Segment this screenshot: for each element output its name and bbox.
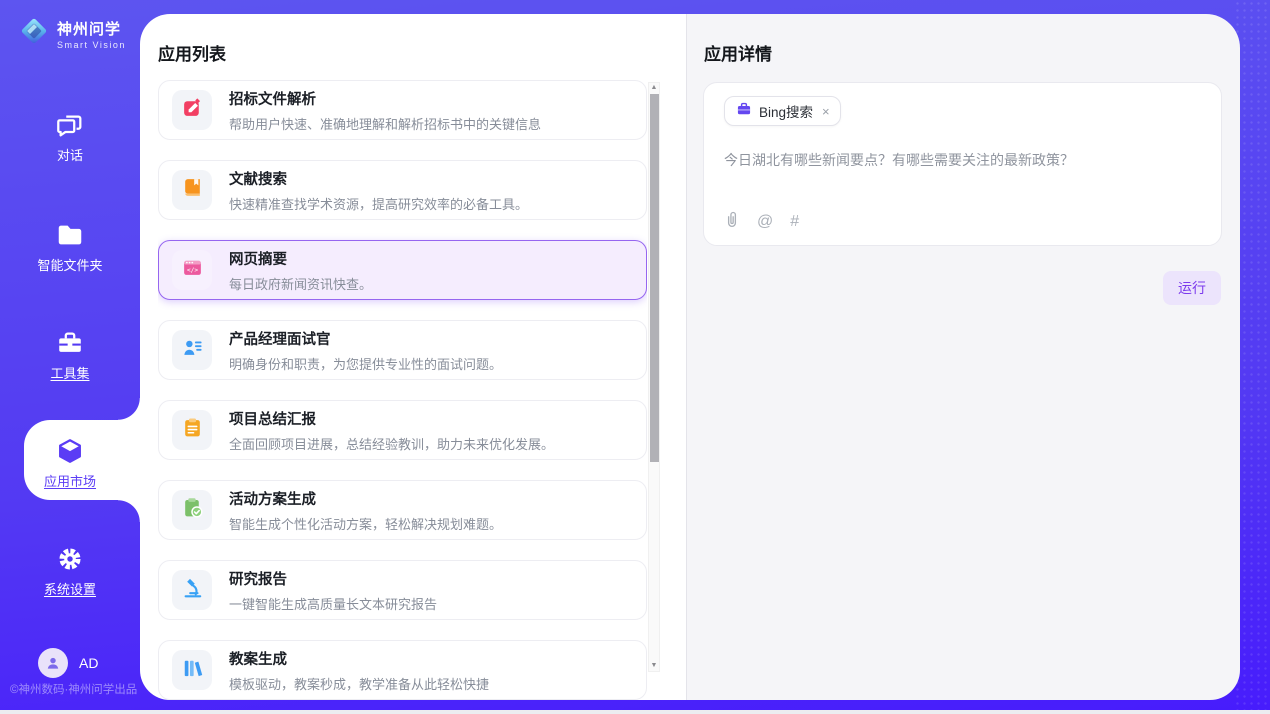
app-name: 招标文件解析 bbox=[229, 88, 541, 109]
app-desc: 一键智能生成高质量长文本研究报告 bbox=[229, 594, 437, 613]
app-list-panel: 应用列表 招标文件解析 帮助用户快速、准确地理解和解析招标书中的关键信息 bbox=[140, 14, 686, 700]
app-name: 活动方案生成 bbox=[229, 488, 502, 509]
tender-doc-icon bbox=[181, 96, 204, 124]
microscope-icon bbox=[181, 576, 204, 604]
app-name: 产品经理面试官 bbox=[229, 328, 502, 349]
app-desc: 模板驱动，教案秒成，教学准备从此轻松快捷 bbox=[229, 674, 489, 693]
app-card-list: 招标文件解析 帮助用户快速、准确地理解和解析招标书中的关键信息 文献搜索 bbox=[158, 80, 647, 700]
app-icon-tile bbox=[172, 90, 212, 130]
app-name: 研究报告 bbox=[229, 568, 437, 589]
sidebar-item-label: 系统设置 bbox=[0, 579, 140, 598]
brand-name: 神州问学 bbox=[57, 18, 126, 39]
folder-icon bbox=[0, 220, 140, 250]
app-icon-tile: </> bbox=[172, 250, 212, 290]
scrollbar-thumb[interactable] bbox=[650, 94, 659, 462]
app-desc: 每日政府新闻资讯快查。 bbox=[229, 274, 372, 293]
copyright-text: ©神州数码·神州问学出品 bbox=[10, 681, 137, 697]
tool-tag-bing-search[interactable]: Bing搜索 × bbox=[724, 96, 841, 126]
sidebar-item-label: 智能文件夹 bbox=[0, 255, 140, 274]
query-input[interactable]: 今日湖北有哪些新闻要点？有哪些需要关注的最新政策？ bbox=[724, 150, 1201, 171]
sidebar-item-label: 工具集 bbox=[0, 363, 140, 382]
interviewer-icon bbox=[181, 336, 204, 364]
close-icon[interactable]: × bbox=[822, 104, 830, 119]
app-card-tender-parse[interactable]: 招标文件解析 帮助用户快速、准确地理解和解析招标书中的关键信息 bbox=[158, 80, 647, 140]
app-card-project-report[interactable]: 项目总结汇报 全面回顾项目进展，总结经验教训，助力未来优化发展。 bbox=[158, 400, 647, 460]
svg-text:</>: </> bbox=[186, 267, 198, 274]
sidebar-item-chat[interactable]: 对话 bbox=[0, 110, 140, 164]
input-toolbar: @ # bbox=[724, 210, 1201, 233]
app-list-title: 应用列表 bbox=[158, 40, 226, 65]
sidebar-item-app-market[interactable]: 应用市场 bbox=[0, 436, 140, 490]
app-card-research-report[interactable]: 研究报告 一键智能生成高质量长文本研究报告 bbox=[158, 560, 647, 620]
mention-at-icon[interactable]: @ bbox=[757, 214, 773, 230]
brand-subtitle: Smart Vision bbox=[57, 40, 126, 50]
user-initials: AD bbox=[79, 655, 98, 671]
app-icon-tile bbox=[172, 570, 212, 610]
app-name: 文献搜索 bbox=[229, 168, 528, 189]
books-icon bbox=[181, 656, 204, 684]
brand-logo: 神州问学 Smart Vision bbox=[18, 15, 126, 52]
chat-icon bbox=[0, 110, 140, 140]
app-card-web-summary[interactable]: </> 网页摘要 每日政府新闻资讯快查。 bbox=[158, 240, 647, 300]
gear-icon bbox=[0, 544, 140, 574]
app-icon-tile bbox=[172, 410, 212, 450]
app-card-activity-plan[interactable]: 活动方案生成 智能生成个性化活动方案，轻松解决规划难题。 bbox=[158, 480, 647, 540]
hash-icon[interactable]: # bbox=[790, 214, 799, 230]
toolbox-icon bbox=[0, 328, 140, 358]
prompt-card: Bing搜索 × 今日湖北有哪些新闻要点？有哪些需要关注的最新政策？ @ # bbox=[703, 82, 1222, 246]
app-desc: 全面回顾项目进展，总结经验教训，助力未来优化发展。 bbox=[229, 434, 554, 453]
clipboard-icon bbox=[181, 416, 204, 444]
app-detail-panel: 应用详情 Bing搜索 × 今日湖北有哪些新闻要点？有哪些需要关注的最新政策？ bbox=[686, 14, 1240, 700]
app-icon-tile bbox=[172, 490, 212, 530]
sidebar-item-label: 应用市场 bbox=[0, 471, 140, 490]
app-window: 神州问学 Smart Vision 对话 智能文件夹 bbox=[0, 0, 1270, 710]
tool-tag-label: Bing搜索 bbox=[759, 101, 813, 121]
paperclip-icon[interactable] bbox=[724, 210, 740, 233]
user-profile[interactable]: AD bbox=[38, 648, 98, 678]
app-name: 教案生成 bbox=[229, 648, 489, 669]
sidebar-item-smart-folder[interactable]: 智能文件夹 bbox=[0, 220, 140, 274]
sidebar-item-settings[interactable]: 系统设置 bbox=[0, 544, 140, 598]
webpage-icon: </> bbox=[181, 256, 204, 284]
app-name: 网页摘要 bbox=[229, 248, 372, 269]
app-card-doc-search[interactable]: 文献搜索 快速精准查找学术资源，提高研究效率的必备工具。 bbox=[158, 160, 647, 220]
cube-icon bbox=[0, 436, 140, 466]
sidebar: 神州问学 Smart Vision 对话 智能文件夹 bbox=[0, 0, 140, 710]
app-name: 项目总结汇报 bbox=[229, 408, 554, 429]
run-button[interactable]: 运行 bbox=[1163, 271, 1221, 305]
app-detail-title: 应用详情 bbox=[704, 40, 772, 65]
sidebar-item-toolbox[interactable]: 工具集 bbox=[0, 328, 140, 382]
book-icon bbox=[181, 176, 204, 204]
app-desc: 帮助用户快速、准确地理解和解析招标书中的关键信息 bbox=[229, 114, 541, 133]
plan-check-icon bbox=[181, 496, 204, 524]
app-icon-tile bbox=[172, 170, 212, 210]
content-area: 应用列表 招标文件解析 帮助用户快速、准确地理解和解析招标书中的关键信息 bbox=[140, 14, 1240, 700]
app-desc: 快速精准查找学术资源，提高研究效率的必备工具。 bbox=[229, 194, 528, 213]
app-icon-tile bbox=[172, 650, 212, 690]
app-icon-tile bbox=[172, 330, 212, 370]
app-desc: 明确身份和职责，为您提供专业性的面试问题。 bbox=[229, 354, 502, 373]
scroll-up-icon[interactable]: ▲ bbox=[649, 83, 659, 93]
sidebar-item-label: 对话 bbox=[0, 145, 140, 164]
diamond-logo-icon bbox=[18, 15, 50, 52]
avatar bbox=[38, 648, 68, 678]
scrollbar[interactable]: ▲ ▼ bbox=[648, 82, 660, 672]
app-card-pm-interviewer[interactable]: 产品经理面试官 明确身份和职责，为您提供专业性的面试问题。 bbox=[158, 320, 647, 380]
briefcase-icon bbox=[736, 101, 752, 122]
scroll-down-icon[interactable]: ▼ bbox=[649, 661, 659, 671]
app-desc: 智能生成个性化活动方案，轻松解决规划难题。 bbox=[229, 514, 502, 533]
app-card-lesson-plan[interactable]: 教案生成 模板驱动，教案秒成，教学准备从此轻松快捷 bbox=[158, 640, 647, 700]
